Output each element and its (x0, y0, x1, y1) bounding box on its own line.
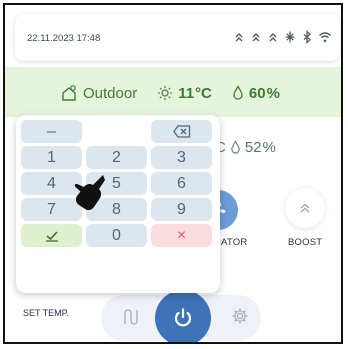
outdoor-temperature: 11 (178, 84, 195, 102)
power-button[interactable] (155, 290, 211, 342)
backspace-icon (172, 125, 190, 138)
digit-key-2[interactable]: 2 (86, 146, 147, 169)
outdoor-conditions: Outdoor 11 °C 60% (60, 83, 280, 103)
check-icon (45, 230, 58, 242)
digit-key-9[interactable]: 9 (151, 198, 212, 221)
confirm-key[interactable] (21, 224, 82, 247)
outdoor-humidity: 60 (248, 84, 266, 102)
power-icon (174, 308, 192, 327)
snowflake-icon (285, 31, 295, 43)
droplet-icon (231, 139, 240, 154)
outdoor-humidity-unit: % (266, 84, 280, 102)
wifi-icon (319, 32, 331, 43)
indoor-humidity-unit: % (262, 138, 276, 156)
status-datetime: 22.11.2023 17:48 (27, 33, 101, 44)
outdoor-label: Outdoor (83, 84, 138, 102)
air-duct-icon[interactable] (121, 307, 141, 327)
digit-key-0[interactable]: 0 (86, 224, 147, 247)
boost-mode-button[interactable] (285, 188, 325, 228)
boost-mode-label: BOOST (288, 237, 323, 248)
heating-wave-icon (269, 33, 277, 42)
outdoor-temperature-unit: °C (195, 84, 212, 102)
sun-icon (158, 85, 173, 101)
numpad-display (86, 120, 147, 143)
heating-wave-icon (252, 33, 260, 42)
device-screen: 22.11.2023 17:48 Outdoor 11 °C 60 % C 52… (3, 3, 343, 344)
droplet-icon (233, 85, 243, 100)
outdoor-conditions-band: Outdoor 11 °C 60% (5, 67, 341, 117)
gear-icon[interactable] (231, 307, 249, 325)
heating-wave-icon (235, 33, 243, 42)
number-pad: – 1 2 3 4 5 6 7 8 9 0 × (16, 115, 220, 293)
pointer-hand-icon (74, 175, 105, 211)
home-outdoor-icon (62, 85, 76, 101)
backspace-key[interactable] (151, 120, 212, 143)
bluetooth-icon (303, 30, 311, 44)
indoor-humidity-value: 52 (244, 138, 262, 156)
cancel-key[interactable]: × (151, 224, 212, 247)
digit-key-1[interactable]: 1 (21, 146, 82, 169)
minus-key[interactable]: – (21, 120, 82, 143)
digit-key-3[interactable]: 3 (151, 146, 212, 169)
set-temp-label: SET TEMP. (23, 308, 70, 318)
digit-key-6[interactable]: 6 (151, 172, 212, 195)
status-bar: 22.11.2023 17:48 (15, 14, 340, 61)
indoor-humidity: C 52% (215, 138, 276, 156)
chevrons-up-icon (300, 203, 310, 213)
status-icons (233, 28, 332, 46)
